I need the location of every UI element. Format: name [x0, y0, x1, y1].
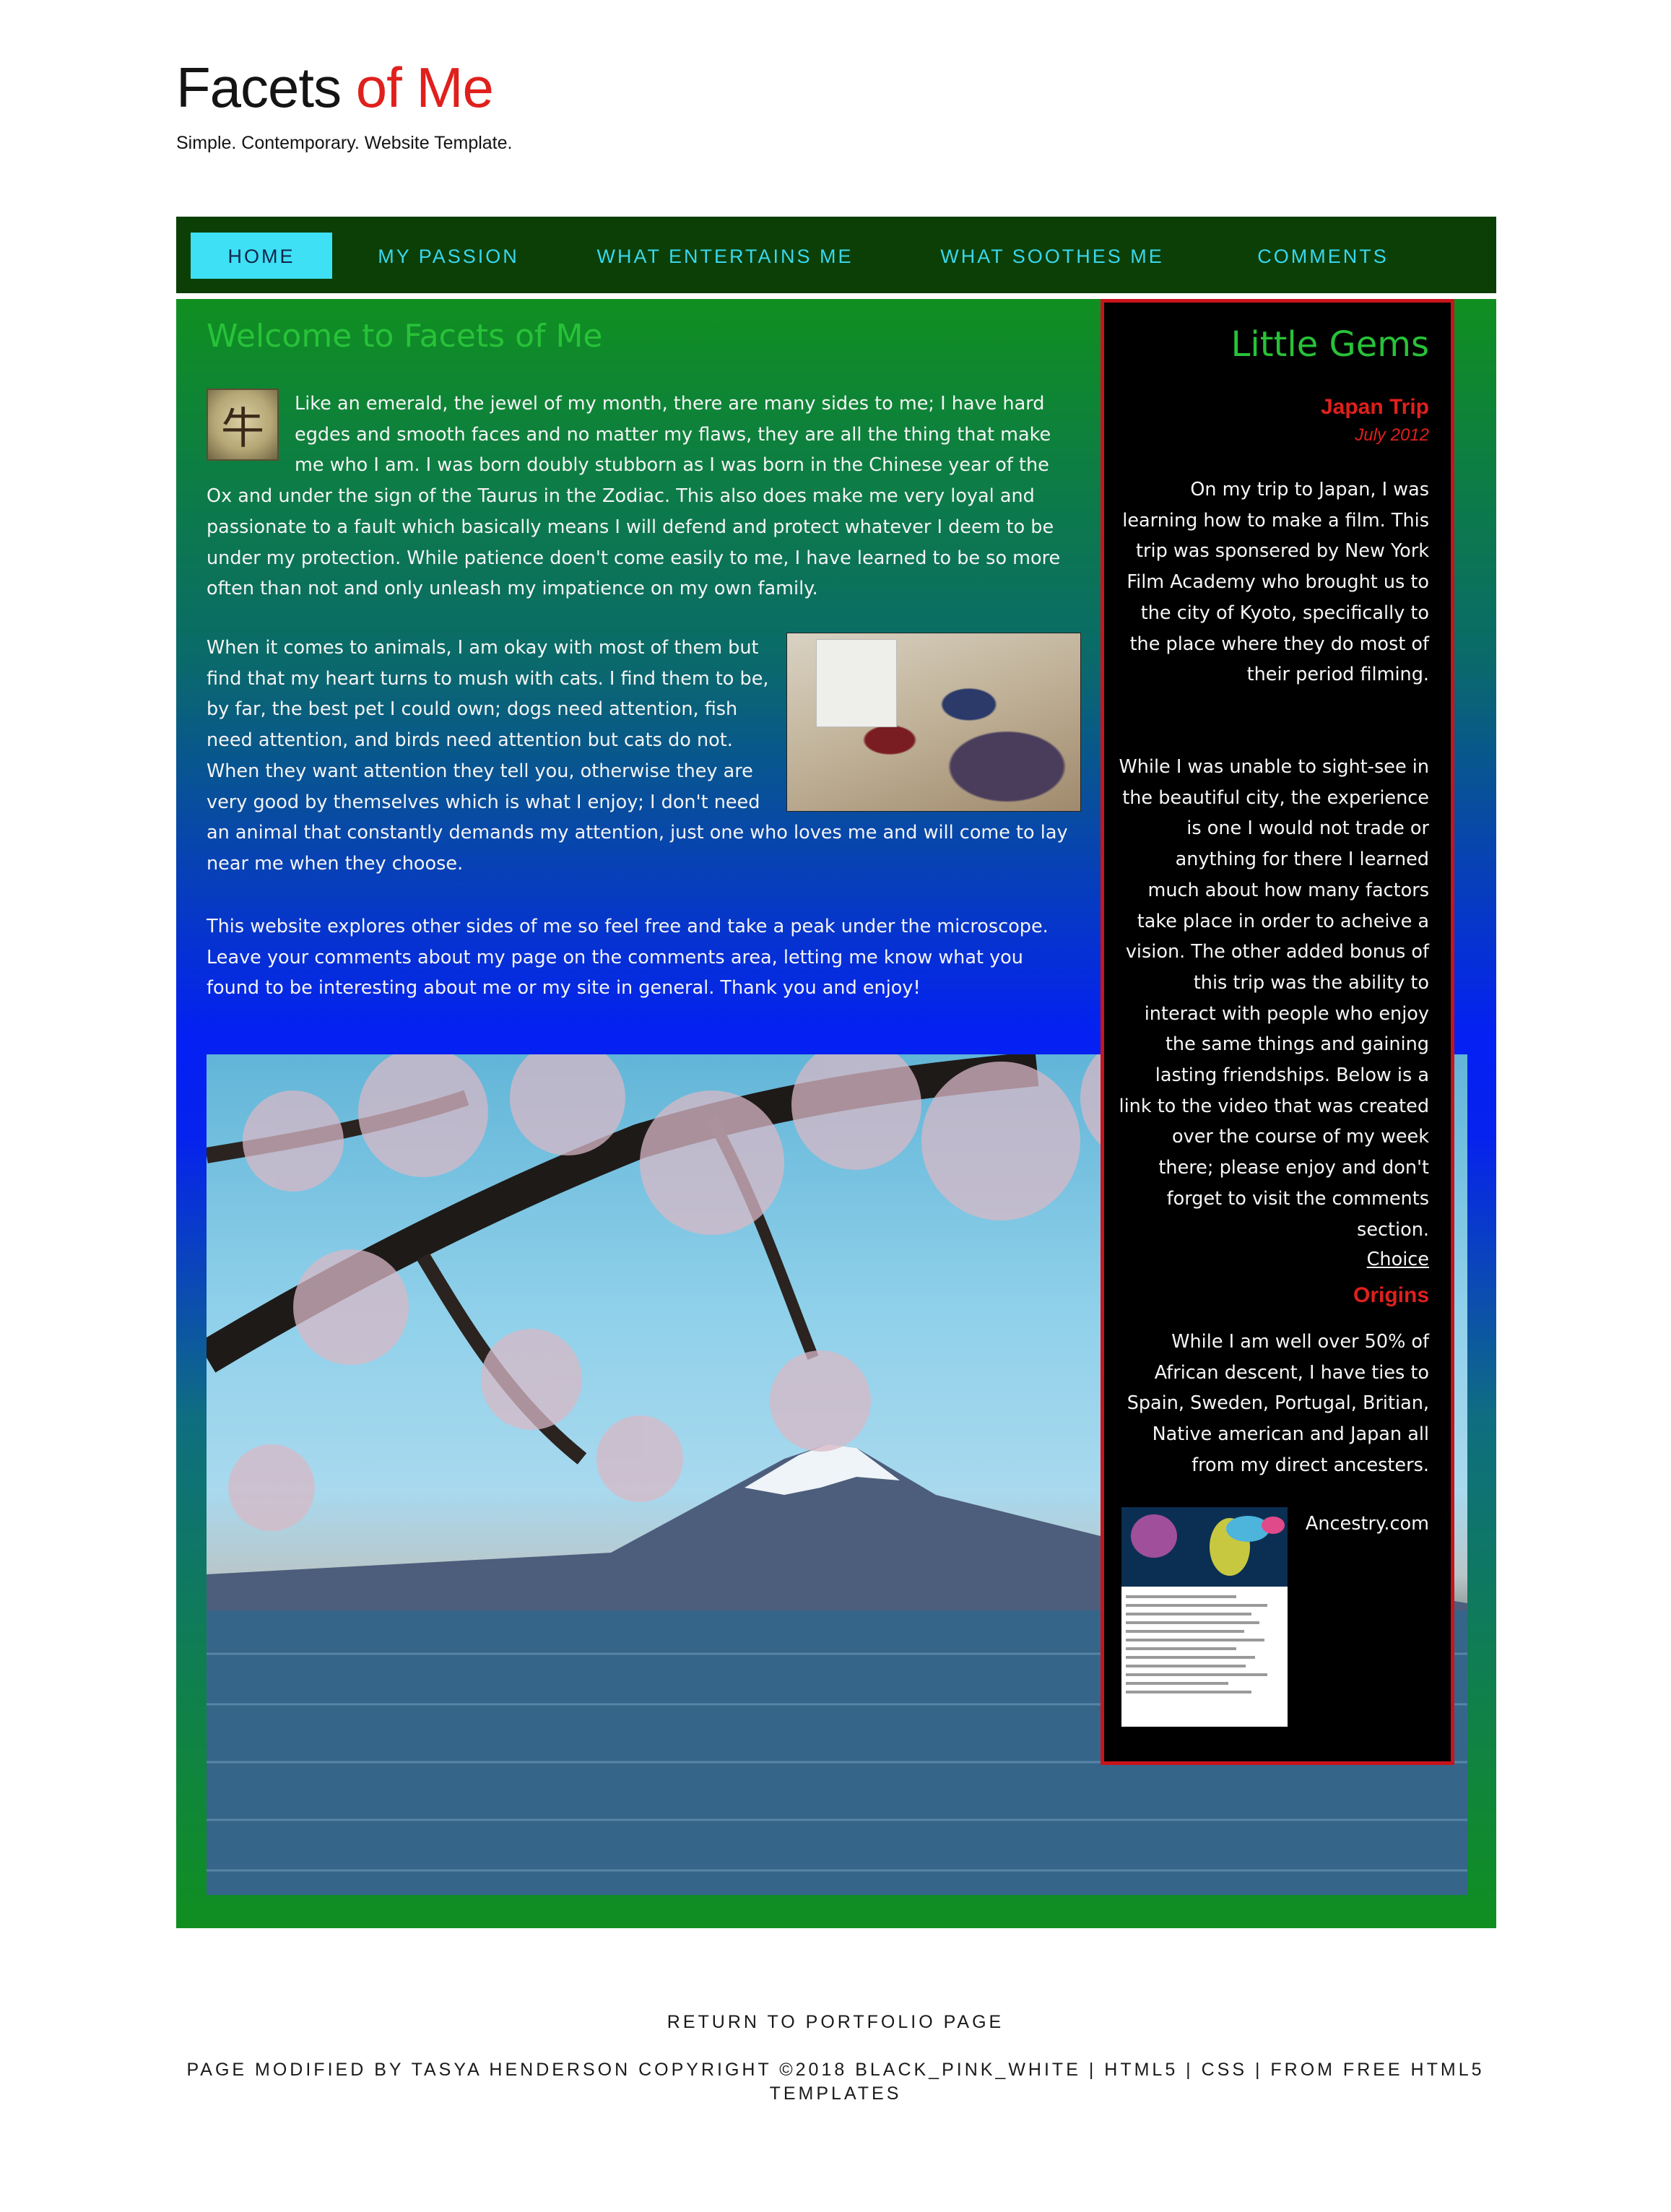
- origins-heading: Origins: [1353, 1283, 1429, 1307]
- site-tagline: Simple. Contemporary. Website Template.: [176, 133, 513, 153]
- main-content: Welcome to Facets of Me 牛 Like an emeral…: [176, 299, 1496, 1928]
- logo-text-part1: Facets: [176, 56, 356, 119]
- ethnicity-map: [1121, 1507, 1288, 1587]
- choice-link[interactable]: Choice: [1367, 1249, 1429, 1270]
- main-nav: HOME MY PASSION WHAT ENTERTAINS ME WHAT …: [176, 217, 1496, 293]
- site-logo: Facets of Me: [176, 56, 494, 119]
- intro-paragraph: Like an emerald, the jewel of my month, …: [207, 389, 1080, 604]
- ancestry-ethnicity-image: [1121, 1507, 1288, 1727]
- intro-paragraph-text: Like an emerald, the jewel of my month, …: [207, 393, 1061, 600]
- little-gems-sidebar: Little Gems Japan Trip July 2012 On my t…: [1101, 299, 1454, 1765]
- nav-item-what-entertains-me[interactable]: WHAT ENTERTAINS ME: [595, 233, 855, 279]
- copyright-text: PAGE MODIFIED BY TASYA HENDERSON COPYRIG…: [186, 2060, 1485, 2104]
- ancestry-link[interactable]: Ancestry.com: [1306, 1513, 1429, 1535]
- nav-item-comments[interactable]: COMMENTS: [1245, 233, 1401, 279]
- ethnicity-estimate-list: [1126, 1595, 1283, 1699]
- japan-trip-text-1: On my trip to Japan, I was learning how …: [1122, 479, 1429, 686]
- japan-trip-date: July 2012: [1355, 425, 1429, 445]
- origins-text: While I am well over 50% of African desc…: [1127, 1331, 1429, 1476]
- nav-item-home[interactable]: HOME: [191, 233, 332, 279]
- sidebar-title: Little Gems: [1231, 324, 1429, 365]
- nav-item-my-passion[interactable]: MY PASSION: [365, 233, 531, 279]
- page-title: Welcome to Facets of Me: [207, 318, 603, 355]
- japan-trip-text-2: While I was unable to sight-see in the b…: [1119, 756, 1429, 1241]
- japan-trip-heading: Japan Trip: [1320, 395, 1429, 419]
- return-to-portfolio-link[interactable]: RETURN TO PORTFOLIO PAGE: [0, 2012, 1671, 2033]
- logo-text-part2: of Me: [355, 56, 494, 119]
- explore-paragraph: This website explores other sides of me …: [207, 916, 1049, 999]
- animals-paragraph: When it comes to animals, I am okay with…: [207, 633, 1080, 880]
- nav-item-what-soothes-me[interactable]: WHAT SOOTHES ME: [937, 233, 1167, 279]
